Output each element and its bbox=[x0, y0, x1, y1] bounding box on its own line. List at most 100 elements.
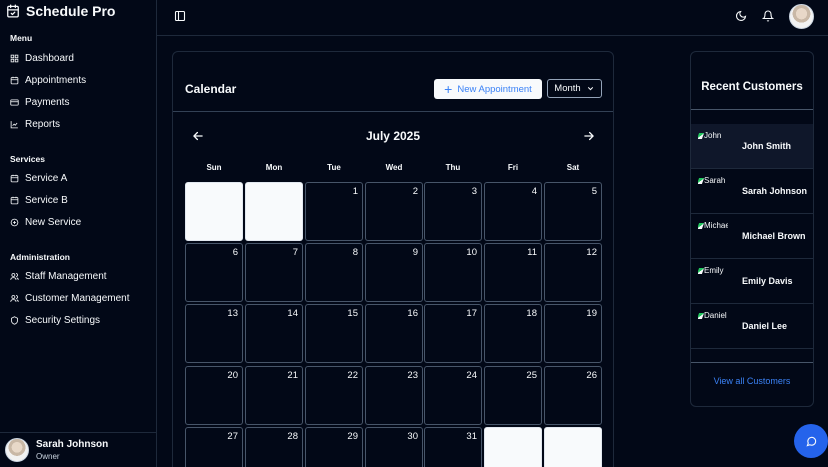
customer-avatar: Michael bbox=[698, 220, 728, 231]
calendar-day[interactable]: 13 bbox=[185, 304, 243, 363]
day-number: 21 bbox=[287, 370, 298, 381]
recent-customers-card: Recent Customers John John Smith Sarah Sara… bbox=[690, 51, 814, 407]
calendar-day[interactable]: 1 bbox=[305, 182, 363, 241]
customer-row[interactable]: Michael Michael Brown bbox=[691, 214, 813, 259]
customer-avatar-alt: Michael bbox=[704, 221, 728, 230]
calendar-day[interactable]: 28 bbox=[245, 427, 303, 467]
customer-name: John Smith bbox=[742, 141, 791, 151]
calendar-day[interactable]: 23 bbox=[365, 366, 423, 425]
day-number: 30 bbox=[407, 431, 418, 442]
customer-row[interactable]: Daniel Daniel Lee bbox=[691, 304, 813, 349]
calendar-check-icon bbox=[7, 4, 19, 18]
sidebar-item-new-service[interactable]: New Service bbox=[10, 214, 81, 230]
month-label: July 2025 bbox=[365, 129, 421, 143]
arrow-right-icon[interactable] bbox=[582, 129, 596, 143]
calendar-day[interactable]: 29 bbox=[305, 427, 363, 467]
new-appointment-button[interactable]: + New Appointment bbox=[434, 79, 542, 99]
customer-avatar-alt: Sarah bbox=[704, 176, 726, 185]
customer-avatar: Sarah bbox=[698, 175, 728, 186]
user-role: Owner bbox=[36, 452, 60, 461]
sidebar-item-service-a[interactable]: Service A bbox=[10, 170, 67, 186]
sidebar-item-service-b[interactable]: Service B bbox=[10, 192, 68, 208]
calendar-day-empty bbox=[484, 427, 542, 467]
day-number: 16 bbox=[407, 308, 418, 319]
day-number: 5 bbox=[591, 186, 597, 197]
users-icon bbox=[10, 272, 19, 280]
user-name: Sarah Johnson bbox=[36, 439, 109, 450]
calendar-day[interactable]: 20 bbox=[185, 366, 243, 425]
brand[interactable]: Schedule Pro bbox=[6, 2, 115, 20]
calendar-day[interactable]: 16 bbox=[365, 304, 423, 363]
calendar-day[interactable]: 4 bbox=[484, 182, 542, 241]
sidebar-item-appointments[interactable]: Appointments bbox=[10, 72, 86, 88]
calendar-day[interactable]: 31 bbox=[424, 427, 482, 467]
calendar-day[interactable]: 27 bbox=[185, 427, 243, 467]
customer-avatar: Emily bbox=[698, 265, 728, 276]
calendar-day[interactable]: 3 bbox=[424, 182, 482, 241]
calendar-day[interactable]: 25 bbox=[484, 366, 542, 425]
calendar-day[interactable]: 15 bbox=[305, 304, 363, 363]
calendar-day[interactable]: 30 bbox=[365, 427, 423, 467]
customer-row[interactable]: John John Smith bbox=[691, 124, 813, 169]
view-select-value: Month bbox=[554, 83, 581, 94]
calendar-day[interactable]: 22 bbox=[305, 366, 363, 425]
calendar-day[interactable]: 17 bbox=[424, 304, 482, 363]
chart-icon bbox=[10, 120, 18, 128]
plus-circle-icon bbox=[10, 218, 19, 226]
divider bbox=[691, 362, 813, 363]
calendar-day[interactable]: 26 bbox=[544, 366, 602, 425]
day-number: 31 bbox=[466, 431, 477, 442]
day-number: 12 bbox=[586, 247, 597, 258]
view-all-customers-link[interactable]: View all Customers bbox=[691, 376, 813, 386]
sidebar-item-security-settings[interactable]: Security Settings bbox=[10, 312, 100, 328]
chat-button[interactable] bbox=[794, 424, 828, 458]
day-number: 15 bbox=[347, 308, 358, 319]
sidebar-toggle-icon[interactable] bbox=[174, 10, 186, 22]
credit-card-icon bbox=[10, 98, 19, 106]
calendar-day[interactable]: 5 bbox=[544, 182, 602, 241]
sidebar-user[interactable]: Sarah Johnson Owner bbox=[0, 432, 157, 467]
day-number: 18 bbox=[526, 308, 537, 319]
sidebar-item-reports[interactable]: Reports bbox=[10, 116, 60, 132]
users-icon bbox=[10, 294, 19, 302]
day-number: 27 bbox=[227, 431, 238, 442]
view-select[interactable]: Month bbox=[547, 79, 602, 98]
calendar-day[interactable]: 2 bbox=[365, 182, 423, 241]
customer-row[interactable]: Emily Emily Davis bbox=[691, 259, 813, 304]
moon-icon[interactable] bbox=[735, 10, 747, 22]
day-number: 19 bbox=[586, 308, 597, 319]
calendar-day[interactable]: 9 bbox=[365, 243, 423, 302]
calendar-day[interactable]: 6 bbox=[185, 243, 243, 302]
calendar-day[interactable]: 18 bbox=[484, 304, 542, 363]
calendar-day[interactable]: 24 bbox=[424, 366, 482, 425]
calendar-day[interactable]: 8 bbox=[305, 243, 363, 302]
weekday-header: Sun bbox=[206, 163, 222, 172]
calendar-day[interactable]: 14 bbox=[245, 304, 303, 363]
bell-icon[interactable] bbox=[762, 10, 774, 22]
chevron-down-icon bbox=[587, 87, 593, 91]
day-number: 28 bbox=[287, 431, 298, 442]
sidebar-item-customer-management[interactable]: Customer Management bbox=[10, 290, 130, 306]
customer-name: Michael Brown bbox=[742, 231, 806, 241]
avatar[interactable] bbox=[789, 4, 814, 29]
topbar bbox=[157, 0, 828, 36]
sidebar-item-payments[interactable]: Payments bbox=[10, 94, 69, 110]
day-number: 25 bbox=[526, 370, 537, 381]
calendar-day[interactable]: 19 bbox=[544, 304, 602, 363]
calendar-day[interactable]: 21 bbox=[245, 366, 303, 425]
nav-section-menu: Menu bbox=[10, 33, 33, 43]
customer-row[interactable]: Sarah Sarah Johnson bbox=[691, 169, 813, 214]
sidebar-item-staff-management[interactable]: Staff Management bbox=[10, 268, 107, 284]
calendar-day[interactable]: 12 bbox=[544, 243, 602, 302]
calendar-day[interactable]: 7 bbox=[245, 243, 303, 302]
sidebar-item-dashboard[interactable]: Dashboard bbox=[10, 50, 74, 66]
sidebar-item-label: Service B bbox=[25, 194, 68, 206]
sidebar-item-label: Security Settings bbox=[25, 314, 101, 326]
calendar-icon bbox=[10, 196, 19, 204]
calendar-day[interactable]: 11 bbox=[484, 243, 542, 302]
day-number: 26 bbox=[586, 370, 597, 381]
day-number: 22 bbox=[347, 370, 358, 381]
calendar-title: Calendar bbox=[185, 82, 237, 96]
day-number: 4 bbox=[531, 186, 537, 197]
calendar-day[interactable]: 10 bbox=[424, 243, 482, 302]
